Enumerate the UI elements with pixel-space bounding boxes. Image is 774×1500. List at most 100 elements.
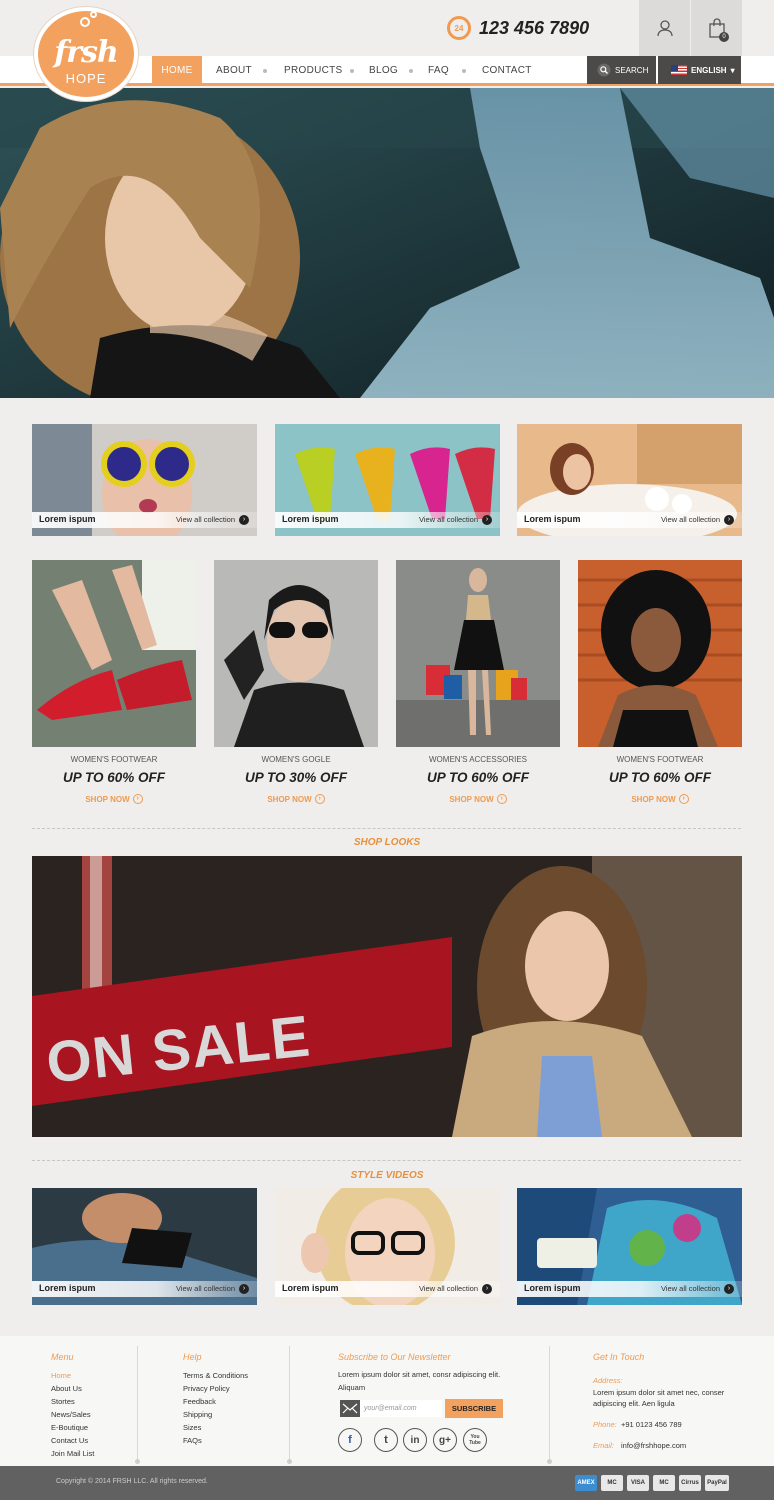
phone-label: Phone: (593, 1420, 617, 1429)
footer-help-list: Terms & Conditions Privacy Policy Feedba… (183, 1369, 248, 1447)
product-offer: UP TO 60% OFF (426, 770, 530, 785)
nav-faq[interactable]: FAQ (428, 56, 449, 86)
arrow-right-icon[interactable]: › (239, 1284, 249, 1294)
product-image[interactable] (578, 560, 742, 747)
nav-products[interactable]: PRODUCTS (284, 56, 343, 86)
cart-button[interactable]: 0 (691, 0, 742, 56)
logo-name-bottom: HOPE (65, 71, 107, 86)
arrow-right-icon[interactable]: › (482, 1284, 492, 1294)
footer-link[interactable]: About Us (51, 1382, 94, 1395)
view-all-link[interactable]: View all collection (661, 1284, 720, 1293)
site-header: frsh HOPE 24 123 456 7890 0 HOME ABOUT P… (0, 0, 774, 101)
arrow-circle-icon: › (314, 794, 325, 804)
search-button[interactable]: SEARCH (587, 56, 656, 84)
email-label: Email: (593, 1441, 614, 1450)
twitter-icon[interactable]: t (374, 1428, 398, 1452)
bottom-bar: Copyright © 2014 FRSH LLC. All rights re… (0, 1466, 774, 1500)
google-plus-icon[interactable]: g+ (433, 1428, 457, 1452)
footer-link[interactable]: E-Boutique (51, 1421, 94, 1434)
product-category: WOMEN'S GOGLE (261, 755, 331, 764)
youtube-icon[interactable]: You Tube (463, 1428, 487, 1452)
language-label: ENGLISH (691, 65, 727, 75)
linkedin-icon[interactable]: in (403, 1428, 427, 1452)
arrow-right-icon[interactable]: › (724, 515, 734, 525)
mastercard-icon: MC (601, 1475, 623, 1491)
email-value[interactable]: info@frshhope.com (621, 1439, 686, 1452)
footer-link[interactable]: Feedback (183, 1395, 248, 1408)
footer-divider (135, 1346, 140, 1464)
product-image[interactable] (214, 560, 378, 747)
shop-now-link[interactable]: SHOP NOW › (32, 794, 196, 804)
arrow-right-icon[interactable]: › (724, 1284, 734, 1294)
shop-now-link[interactable]: SHOP NOW › (396, 794, 560, 804)
footer-menu-heading: Menu (51, 1352, 74, 1362)
footer-link[interactable]: Sizes (183, 1421, 248, 1434)
amex-icon: AMEX (575, 1475, 597, 1491)
footer-link[interactable]: FAQs (183, 1434, 248, 1447)
hero-banner (0, 88, 774, 398)
newsletter-email-field[interactable]: your@email.com (340, 1400, 442, 1417)
footer-link[interactable]: Terms & Conditions (183, 1369, 248, 1382)
video-card[interactable]: Lorem ispum View all collection › (275, 1188, 500, 1305)
maestro-icon: MC (653, 1475, 675, 1491)
footer-link-home[interactable]: Home (51, 1369, 94, 1382)
footer-menu-list: Home About Us Stortes News/Sales E-Bouti… (51, 1369, 94, 1460)
newsletter-text: Lorem ipsum dolor sit amet, consr adipis… (338, 1370, 501, 1392)
footer-link[interactable]: Shipping (183, 1408, 248, 1421)
shop-now-link[interactable]: SHOP NOW › (214, 794, 378, 804)
nav-home[interactable]: HOME (152, 56, 202, 86)
subscribe-button[interactable]: SUBSCRIBE (445, 1399, 503, 1418)
phone-value: +91 0123 456 789 (621, 1420, 682, 1429)
address-label: Address: (593, 1376, 623, 1385)
footer-link[interactable]: Join Mail List (51, 1447, 94, 1460)
shop-looks-banner[interactable]: ON SALE (32, 856, 742, 1137)
divider (32, 828, 741, 829)
video-title: Lorem ispum (39, 1283, 96, 1293)
account-button[interactable] (639, 0, 690, 56)
footer-link[interactable]: Contact Us (51, 1434, 94, 1447)
video-card[interactable]: Lorem ispum View all collection › (517, 1188, 742, 1305)
arrow-circle-icon: › (678, 794, 689, 804)
cirrus-icon: Cirrus (679, 1475, 701, 1491)
footer-link[interactable]: Stortes (51, 1395, 94, 1408)
arrow-right-icon[interactable]: › (239, 515, 249, 525)
footer-link[interactable]: Privacy Policy (183, 1382, 248, 1395)
nav-contact[interactable]: CONTACT (482, 56, 532, 86)
collection-title: Lorem ispum (39, 514, 96, 524)
footer-link[interactable]: News/Sales (51, 1408, 94, 1421)
nav-blog[interactable]: BLOG (369, 56, 398, 86)
logo-name-top: frsh (54, 35, 118, 70)
facebook-icon[interactable]: f (338, 1428, 362, 1452)
product-offer: UP TO 60% OFF (608, 770, 712, 785)
brand-logo[interactable]: frsh HOPE (34, 7, 138, 101)
arrow-circle-icon: › (496, 794, 507, 804)
search-label: SEARCH (615, 65, 649, 75)
video-title: Lorem ispum (282, 1283, 339, 1293)
address-text: Lorem ipsum dolor sit amet nec, conser a… (593, 1388, 725, 1408)
us-flag-icon (671, 65, 687, 75)
view-all-link[interactable]: View all collection (176, 1284, 235, 1293)
footer-divider (287, 1346, 292, 1464)
product-category: WOMEN'S ACCESSORIES (429, 755, 527, 764)
collection-card[interactable]: Lorem ispum View all collection › (32, 424, 257, 536)
nav-about[interactable]: ABOUT (216, 56, 252, 86)
view-all-link[interactable]: View all collection (419, 515, 478, 524)
collection-card[interactable]: Lorem ispum View all collection › (517, 424, 742, 536)
phone-contact: 24 123 456 7890 (447, 16, 589, 40)
view-all-link[interactable]: View all collection (661, 515, 720, 524)
footer-divider (547, 1346, 552, 1464)
view-all-link[interactable]: View all collection (419, 1284, 478, 1293)
view-all-link[interactable]: View all collection (176, 515, 235, 524)
product-image[interactable] (32, 560, 196, 747)
product-offer: UP TO 60% OFF (62, 770, 166, 785)
collection-title: Lorem ispum (282, 514, 339, 524)
arrow-right-icon[interactable]: › (482, 515, 492, 525)
language-select[interactable]: ENGLISH ▾ (658, 56, 741, 84)
support-24-icon: 24 (447, 16, 471, 40)
product-image[interactable] (396, 560, 560, 747)
shop-now-link[interactable]: SHOP NOW › (578, 794, 742, 804)
contact-heading: Get In Touch (593, 1352, 645, 1362)
collection-card[interactable]: Lorem ispum View all collection › (275, 424, 500, 536)
video-card[interactable]: Lorem ispum View all collection › (32, 1188, 257, 1305)
product-category: WOMEN'S FOOTWEAR (616, 755, 704, 764)
